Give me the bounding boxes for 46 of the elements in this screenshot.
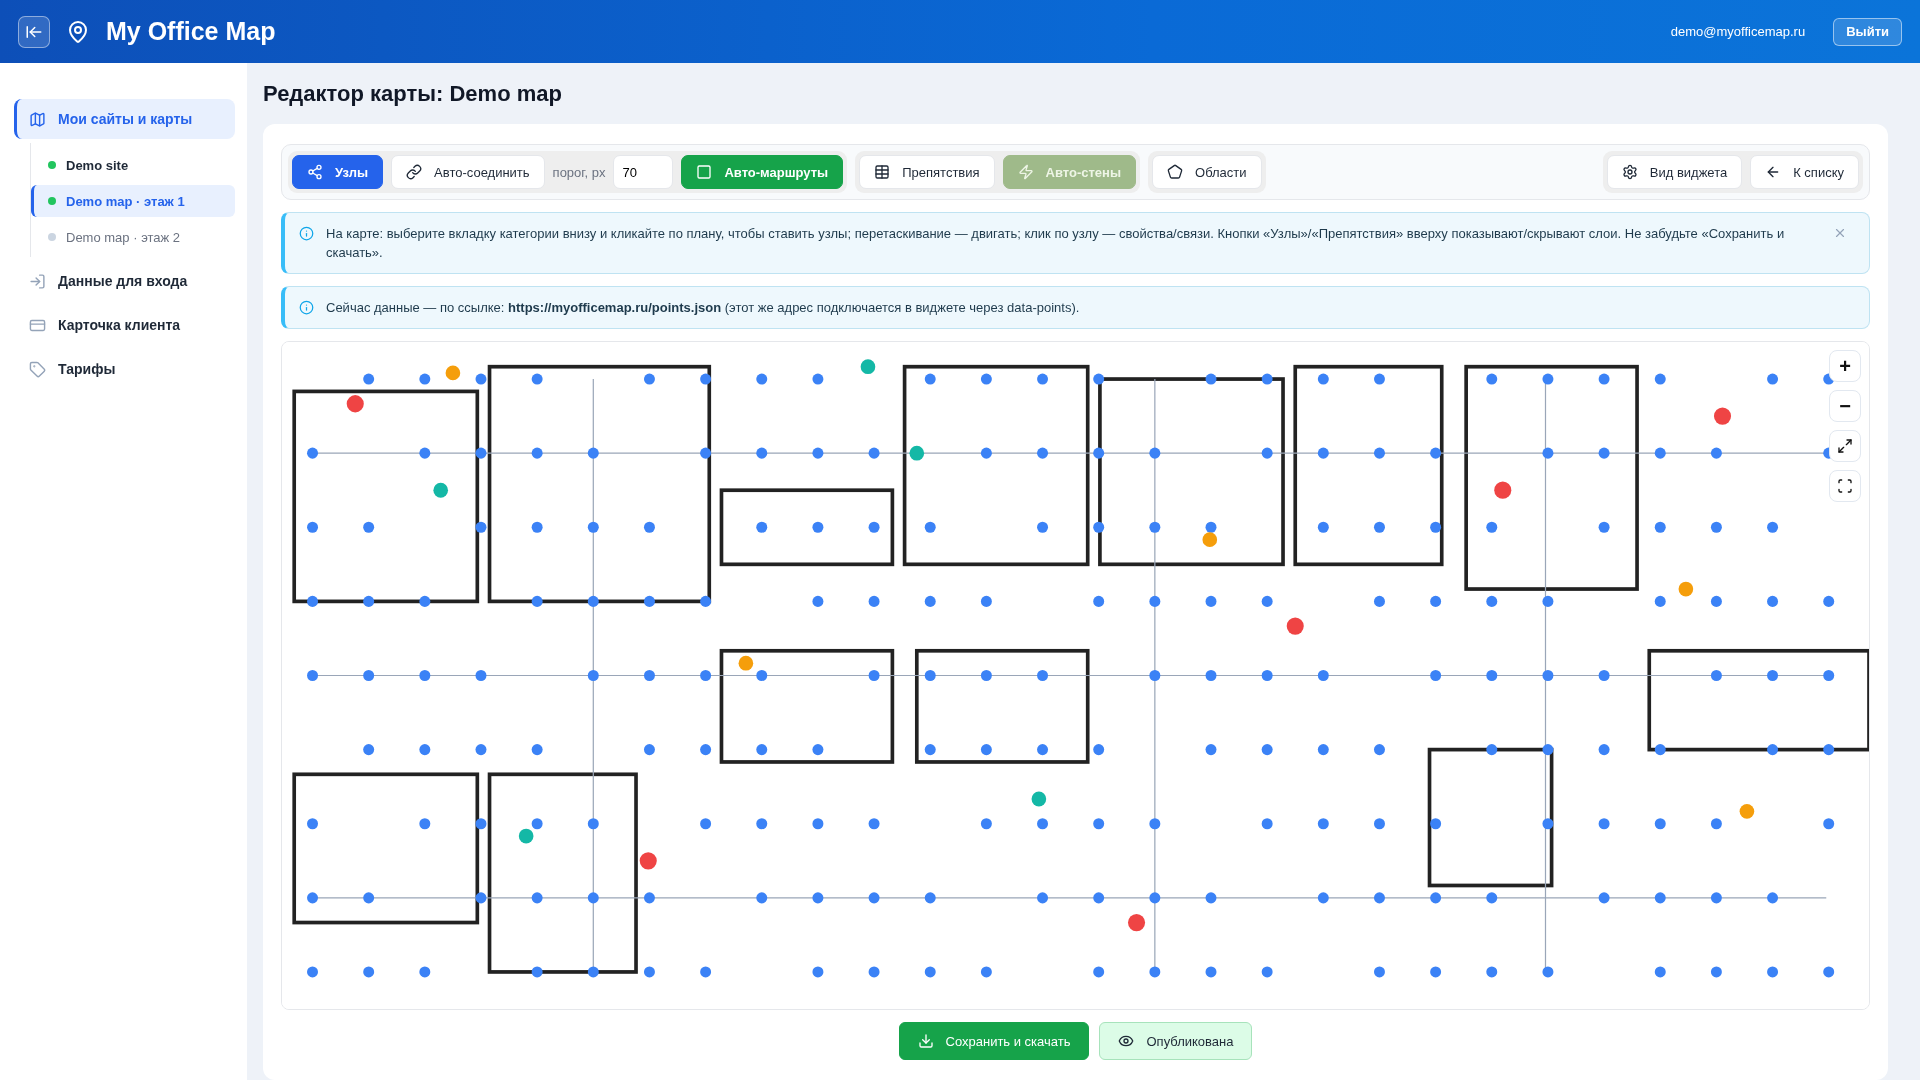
map-icon [29, 110, 46, 128]
link-icon [406, 164, 423, 180]
sidebar-item[interactable]: Карточка клиента [14, 305, 235, 345]
login-icon [29, 272, 46, 290]
site-item[interactable]: Demo site [31, 149, 235, 181]
toolbar-button[interactable]: Узлы [292, 155, 384, 189]
lightning-icon [1017, 164, 1034, 180]
map-item[interactable]: Demo map · этаж 1 [31, 185, 235, 217]
toolbar-button[interactable]: Вид виджета [1606, 155, 1743, 189]
map-item[interactable]: Demo map · этаж 2 [31, 221, 235, 253]
settings-icon [1621, 164, 1638, 180]
data-link[interactable]: https://myofficemap.ru/points.json [508, 300, 722, 315]
app-title: My Office Map [106, 17, 276, 46]
pentagon-icon [1167, 164, 1184, 180]
table-icon [874, 164, 891, 180]
notice-text: Сейчас данные — по ссылке: https://myofficemap.ru/points.json (этот же адрес подключается в виджете через data-points). [326, 299, 1081, 317]
user-email: demo@myofficemap.ru [1670, 24, 1806, 39]
sidebar-item[interactable]: Мои сайты и карты [14, 99, 235, 139]
notice-text: На карте: выберите вкладку категории внизу и кликайте по плану, чтобы ставить узлы; перетаскивание — двигать; клик по узлу — свойства/связи. Кнопки «Узлы»/«Препятствия» вверху показывают/скрывают слои. Не забудьте «Сохранить и скачать». [326, 225, 1786, 262]
toolbar-button[interactable]: Препятствия [859, 155, 995, 189]
sidebar-item[interactable]: Данные для входа [14, 261, 235, 301]
zoom-in-button[interactable]: + [1829, 350, 1861, 382]
toolbar-button[interactable]: Авто-соединить [391, 155, 545, 189]
logout-button[interactable]: Выйти [1833, 17, 1902, 46]
back-button[interactable] [18, 15, 50, 48]
page-title: Редактор карты: Demo map [263, 81, 563, 107]
toolbar-button[interactable]: Области [1152, 155, 1262, 189]
threshold-label: порог, px [552, 164, 606, 180]
map-pin-icon [66, 19, 90, 44]
close-icon [1833, 226, 1847, 240]
fit-button[interactable] [1829, 430, 1861, 462]
zoom-out-button[interactable]: − [1829, 390, 1861, 422]
tag-icon [29, 360, 46, 378]
download-icon [917, 1033, 934, 1049]
threshold-input[interactable]: 70 [613, 155, 674, 189]
eye-icon [1118, 1033, 1135, 1049]
info-icon [299, 226, 314, 241]
toolbar-button[interactable]: К списку [1750, 155, 1859, 189]
sidebar-item[interactable]: Тарифы [14, 349, 235, 389]
share-icon [307, 164, 323, 180]
expand-icon [1837, 438, 1853, 454]
info-icon [299, 300, 314, 315]
fullscreen-button[interactable] [1829, 470, 1861, 502]
published-button[interactable]: Опубликована [1099, 1022, 1253, 1060]
square-icon [696, 164, 713, 180]
fullscreen-icon [1837, 478, 1853, 494]
